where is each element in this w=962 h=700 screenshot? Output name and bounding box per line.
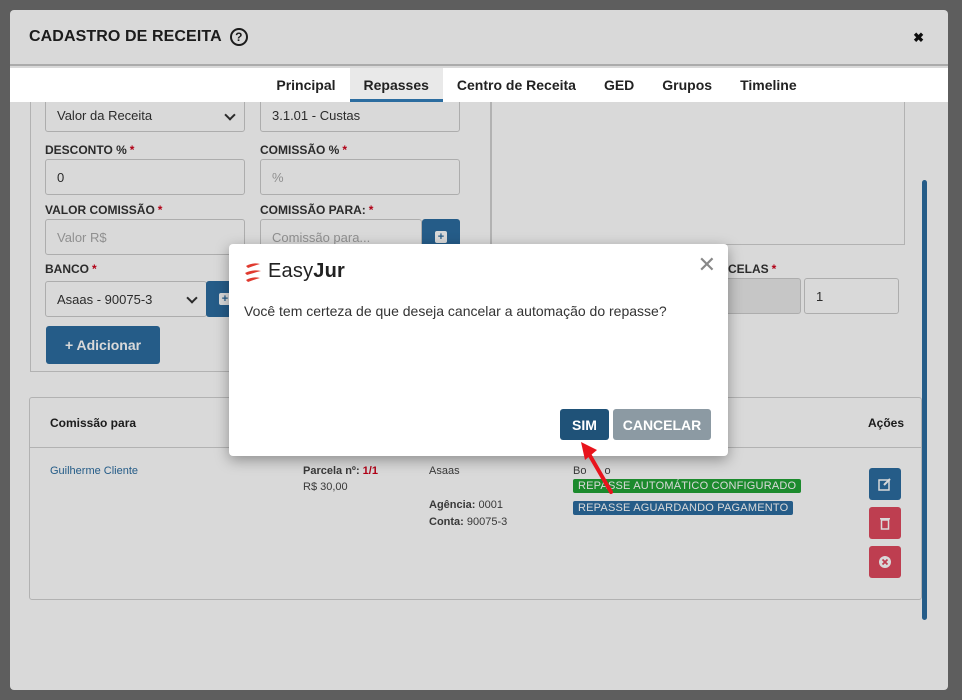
tab-repasses[interactable]: Repasses — [349, 68, 443, 102]
confirm-sim-button[interactable]: SIM — [560, 409, 609, 440]
tab-grupos[interactable]: Grupos — [648, 68, 726, 102]
cancel-button[interactable]: CANCELAR — [613, 409, 711, 440]
tab-ged[interactable]: GED — [590, 68, 648, 102]
annotation-arrow — [581, 442, 613, 494]
logo-text: EasyJur — [268, 260, 345, 282]
confirm-dialog: EasyJur ✕ Você tem certeza de que deseja… — [229, 244, 728, 456]
easyjur-logo: EasyJur — [244, 260, 345, 283]
tab-centro-de-receita[interactable]: Centro de Receita — [443, 68, 590, 102]
tab-timeline[interactable]: Timeline — [726, 68, 811, 102]
tab-principal[interactable]: Principal — [262, 68, 349, 102]
tab-bar: Principal Repasses Centro de Receita GED… — [10, 68, 948, 102]
easyjur-logo-icon — [245, 262, 261, 282]
dialog-message: Você tem certeza de que deseja cancelar … — [244, 303, 667, 319]
dialog-close-icon[interactable]: ✕ — [698, 252, 716, 278]
